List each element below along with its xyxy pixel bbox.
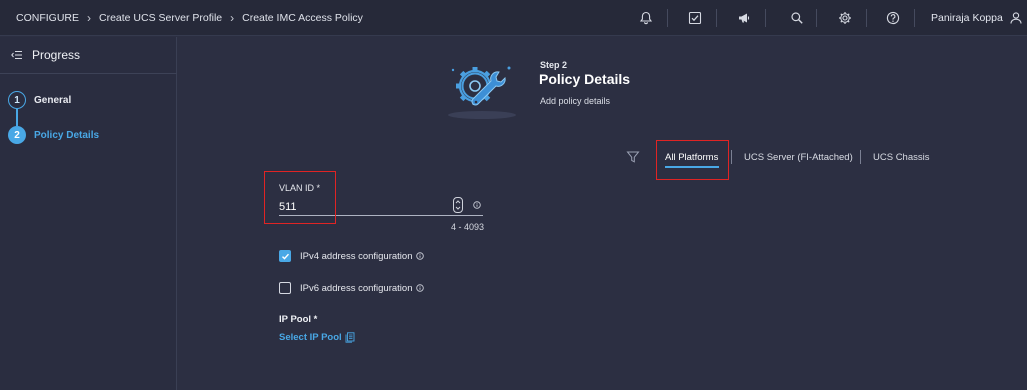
ip-pool-label: IP Pool * xyxy=(279,314,318,325)
checkmark-icon xyxy=(281,253,289,260)
step-number: 2 xyxy=(8,126,26,144)
divider xyxy=(765,9,766,27)
ipv4-config-row: IPv4 address configuration xyxy=(279,250,425,262)
highlight-box xyxy=(656,140,729,180)
progress-header: Progress xyxy=(11,47,80,63)
progress-sidebar: Progress 1 General 2 Policy Details xyxy=(0,37,177,390)
step-policy-details[interactable]: 2 Policy Details xyxy=(8,126,99,144)
user-name: Paniraja Koppa xyxy=(931,12,1003,24)
divider xyxy=(860,150,861,164)
ipv6-config-row: IPv6 address configuration xyxy=(279,282,425,294)
step-number: 1 xyxy=(8,91,26,109)
checklist-icon[interactable] xyxy=(686,9,704,27)
select-ip-pool-text: Select IP Pool xyxy=(279,332,342,343)
user-menu[interactable]: Paniraja Koppa xyxy=(931,0,1023,36)
tab-ucs-server-fi-attached[interactable]: UCS Server (FI-Attached) xyxy=(744,152,853,163)
highlight-box xyxy=(264,171,336,224)
tab-ucs-chassis[interactable]: UCS Chassis xyxy=(873,152,930,163)
topbar-icons xyxy=(0,0,1027,36)
divider xyxy=(667,9,668,27)
user-icon xyxy=(1010,12,1022,24)
divider xyxy=(866,9,867,27)
help-icon[interactable] xyxy=(884,9,902,27)
step-label: Policy Details xyxy=(34,129,100,141)
divider xyxy=(914,9,915,27)
megaphone-icon[interactable] xyxy=(735,9,753,27)
divider xyxy=(731,150,732,164)
step-label: General xyxy=(34,94,72,106)
info-icon[interactable] xyxy=(416,284,425,292)
step-indicator: Step 2 xyxy=(540,60,568,70)
document-list-icon xyxy=(345,332,355,343)
vlan-range-hint: 4 - 4093 xyxy=(451,222,485,232)
step-general[interactable]: 1 General xyxy=(8,91,71,109)
info-icon[interactable] xyxy=(473,201,481,209)
bell-icon[interactable] xyxy=(637,9,655,27)
ipv6-label: IPv6 address configuration xyxy=(300,282,413,294)
step-connector xyxy=(16,109,18,126)
ipv4-label: IPv4 address configuration xyxy=(300,250,413,262)
ipv4-checkbox[interactable] xyxy=(279,250,291,262)
vlan-stepper[interactable] xyxy=(453,197,463,213)
page-description: Add policy details xyxy=(540,96,611,106)
divider xyxy=(816,9,817,27)
filter-icon[interactable] xyxy=(626,150,640,164)
search-icon[interactable] xyxy=(788,9,806,27)
progress-title: Progress xyxy=(32,48,81,62)
page-title: Policy Details xyxy=(539,71,631,87)
gear-icon[interactable] xyxy=(836,9,854,27)
collapse-menu-icon[interactable] xyxy=(11,49,23,61)
gear-wrench-illustration-icon xyxy=(448,66,516,119)
info-icon[interactable] xyxy=(416,252,425,260)
top-bar: CONFIGURE › Create UCS Server Profile › … xyxy=(0,0,1027,36)
ipv6-checkbox[interactable] xyxy=(279,282,291,294)
select-ip-pool-link[interactable]: Select IP Pool xyxy=(279,332,355,343)
divider xyxy=(0,73,177,74)
divider xyxy=(716,9,717,27)
